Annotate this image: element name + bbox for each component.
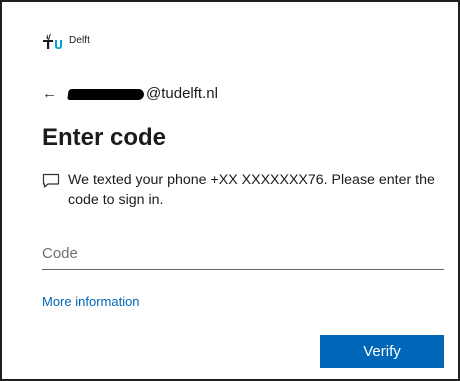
sms-description-text: We texted your phone +XX XXXXXXX76. Plea… <box>68 172 435 208</box>
redacted-username <box>67 88 145 100</box>
chat-bubble-icon <box>42 173 66 194</box>
code-input[interactable] <box>42 237 444 270</box>
sign-in-card: Delft ← @tudelft.nl Enter code We texted… <box>0 0 460 381</box>
verify-button[interactable]: Verify <box>320 335 444 368</box>
sms-description: We texted your phone +XX XXXXXXX76. Plea… <box>42 170 442 210</box>
identity-banner: ← @tudelft.nl <box>42 84 218 104</box>
tudelft-logo: Delft <box>42 32 90 50</box>
more-information-link[interactable]: More information <box>42 293 140 311</box>
arrow-left-icon[interactable]: ← <box>42 84 60 104</box>
page-title: Enter code <box>42 124 167 151</box>
email-address: @tudelft.nl <box>146 85 218 102</box>
logo-text: Delft <box>69 35 91 46</box>
tudelft-flame-logo-icon <box>43 33 62 49</box>
